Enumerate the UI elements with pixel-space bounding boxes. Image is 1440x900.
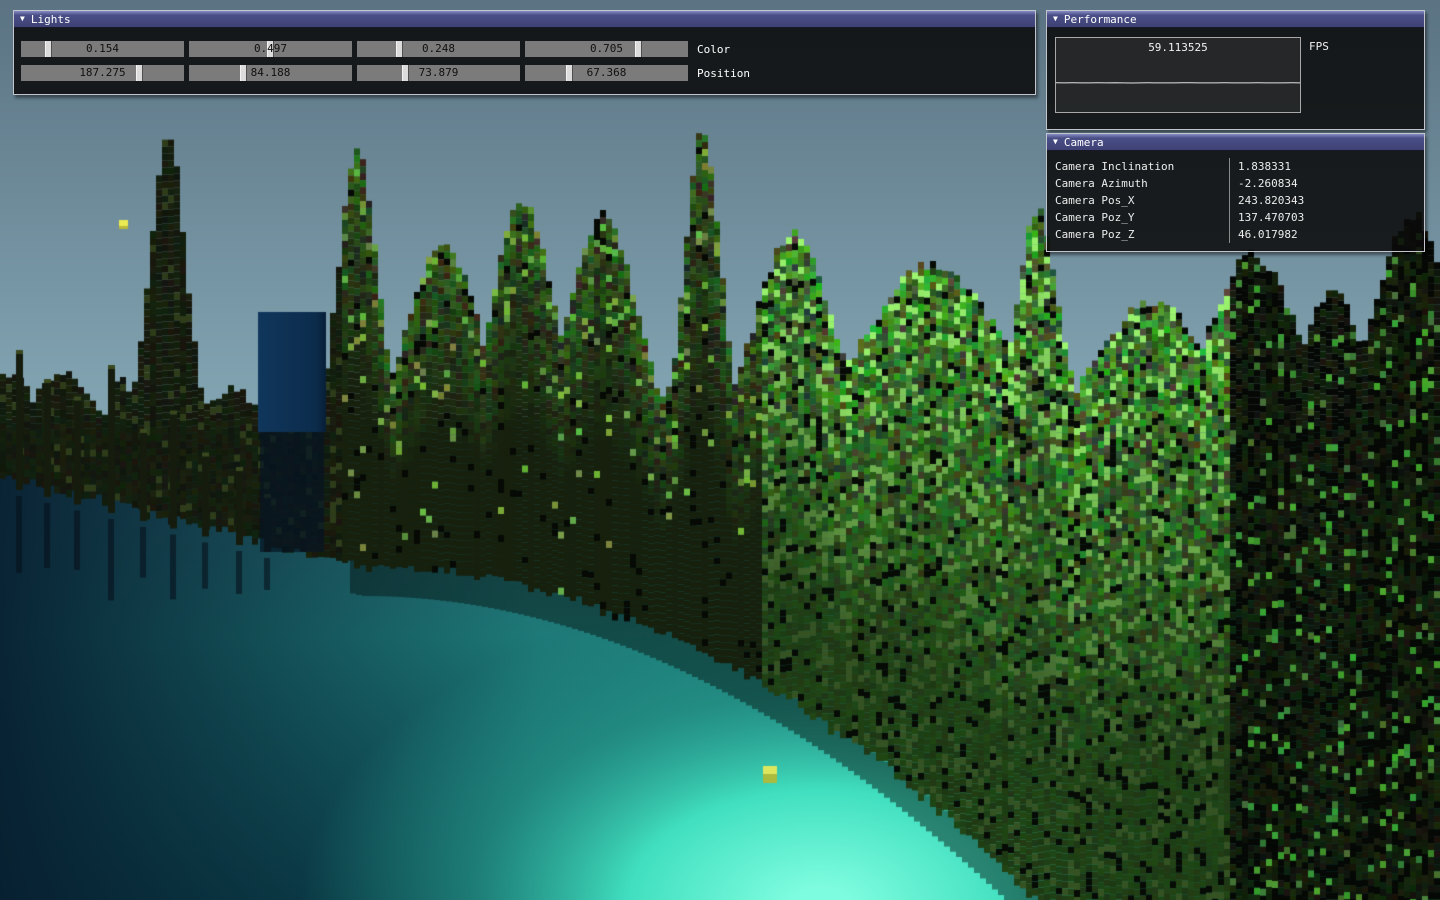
slider-value: 0.497 <box>189 41 352 57</box>
fps-unit-label: FPS <box>1309 40 1329 53</box>
camera-row: Camera Inclination 1.838331 <box>1047 158 1424 175</box>
slider-value: 0.248 <box>357 41 520 57</box>
slider-value: 0.705 <box>525 41 688 57</box>
light-color-slider-3[interactable]: 0.248 <box>357 41 520 57</box>
lights-panel-titlebar[interactable]: ▼ Lights <box>14 11 1035 28</box>
light-position-slider-2[interactable]: 84.188 <box>189 65 352 81</box>
camera-row-value[interactable]: 1.838331 <box>1229 158 1424 175</box>
collapse-icon[interactable]: ▼ <box>20 15 25 23</box>
camera-panel-titlebar[interactable]: ▼ Camera <box>1047 134 1424 151</box>
light-color-row: 0.154 0.497 0.248 0.705 Color <box>21 41 1028 57</box>
slider-value: 187.275 <box>21 65 184 81</box>
app-window: ▼ Lights 0.154 0.497 0.248 0.7 <box>0 0 1440 900</box>
camera-panel-body: Camera Inclination 1.838331 Camera Azimu… <box>1047 151 1424 243</box>
performance-panel-titlebar[interactable]: ▼ Performance <box>1047 11 1424 28</box>
camera-row-label: Camera Azimuth <box>1047 175 1229 192</box>
camera-row: Camera Poz_Y 137.470703 <box>1047 209 1424 226</box>
camera-row: Camera Poz_Z 46.017982 <box>1047 226 1424 243</box>
light-position-row-label: Position <box>697 67 750 80</box>
performance-panel-body: 59.113525 FPS <box>1047 28 1424 131</box>
light-position-slider-4[interactable]: 67.368 <box>525 65 688 81</box>
camera-row-value[interactable]: 46.017982 <box>1229 226 1424 243</box>
lights-panel-title: Lights <box>31 13 71 26</box>
light-color-slider-1[interactable]: 0.154 <box>21 41 184 57</box>
camera-row-label: Camera Pos_X <box>1047 192 1229 209</box>
camera-row: Camera Pos_X 243.820343 <box>1047 192 1424 209</box>
performance-panel-title: Performance <box>1064 13 1137 26</box>
slider-value: 67.368 <box>525 65 688 81</box>
camera-panel: ▼ Camera Camera Inclination 1.838331 Cam… <box>1046 133 1425 252</box>
camera-panel-title: Camera <box>1064 136 1104 149</box>
camera-row-value[interactable]: 243.820343 <box>1229 192 1424 209</box>
light-color-row-label: Color <box>697 43 730 56</box>
fps-graph: 59.113525 <box>1055 37 1301 113</box>
light-color-slider-2[interactable]: 0.497 <box>189 41 352 57</box>
light-position-row: 187.275 84.188 73.879 67.368 Position <box>21 65 1028 81</box>
lights-panel: ▼ Lights 0.154 0.497 0.248 0.7 <box>13 10 1036 95</box>
camera-row: Camera Azimuth -2.260834 <box>1047 175 1424 192</box>
fps-value: 59.113525 <box>1056 41 1300 54</box>
collapse-icon[interactable]: ▼ <box>1053 15 1058 23</box>
light-color-slider-4[interactable]: 0.705 <box>525 41 688 57</box>
camera-row-value[interactable]: -2.260834 <box>1229 175 1424 192</box>
camera-row-label: Camera Inclination <box>1047 158 1229 175</box>
camera-row-value[interactable]: 137.470703 <box>1229 209 1424 226</box>
collapse-icon[interactable]: ▼ <box>1053 138 1058 146</box>
light-position-slider-3[interactable]: 73.879 <box>357 65 520 81</box>
slider-value: 84.188 <box>189 65 352 81</box>
light-position-slider-1[interactable]: 187.275 <box>21 65 184 81</box>
lights-panel-body: 0.154 0.497 0.248 0.705 Color <box>14 28 1035 81</box>
performance-panel: ▼ Performance 59.113525 FPS <box>1046 10 1425 130</box>
camera-row-label: Camera Poz_Z <box>1047 226 1229 243</box>
camera-row-label: Camera Poz_Y <box>1047 209 1229 226</box>
slider-value: 73.879 <box>357 65 520 81</box>
slider-value: 0.154 <box>21 41 184 57</box>
